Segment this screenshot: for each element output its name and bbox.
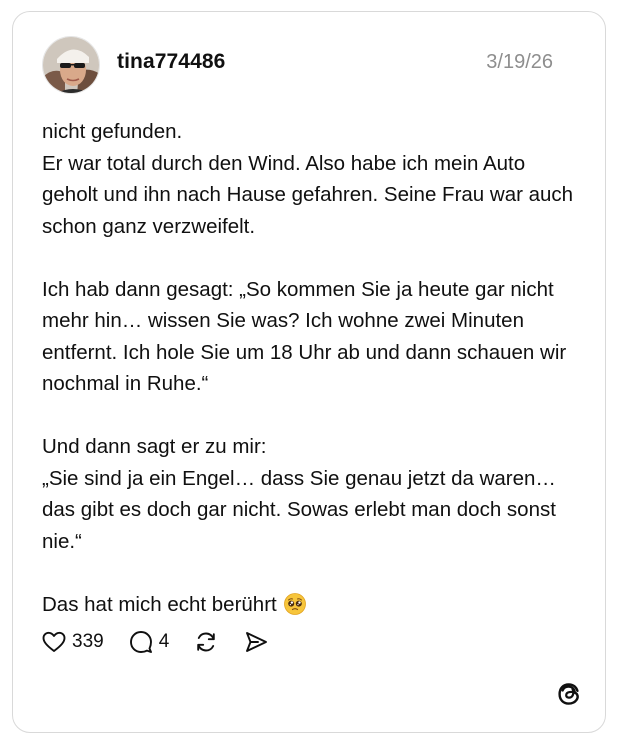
speech-bubble-icon: [129, 631, 152, 653]
post-header: tina774486 3/19/26: [13, 12, 605, 112]
heart-icon: [42, 631, 66, 652]
like-button[interactable]: 339: [41, 629, 104, 655]
avatar[interactable]: [42, 36, 100, 94]
like-count: 339: [72, 631, 104, 652]
username[interactable]: tina774486: [117, 50, 225, 74]
post-card: tina774486 3/19/26 nicht gefunden. Er wa…: [12, 11, 606, 733]
share-button[interactable]: [243, 629, 269, 655]
repost-icon: [197, 632, 216, 652]
post-closing-line: Das hat mich echt berührt: [42, 589, 582, 621]
send-icon: [246, 632, 268, 652]
post-paragraph: Und dann sagt er zu mir: „Sie sind ja ei…: [42, 435, 556, 553]
post-body: nicht gefunden. Er war total durch den W…: [42, 116, 582, 620]
post-paragraph: nicht gefunden. Er war total durch den W…: [42, 120, 574, 238]
pleading-face-emoji-icon: [284, 592, 307, 615]
repost-button[interactable]: [193, 629, 219, 655]
avatar-image: [43, 37, 99, 93]
action-bar: 339 4: [41, 627, 293, 657]
reply-button[interactable]: 4: [128, 629, 170, 655]
post-closing-text: Das hat mich echt berührt: [42, 592, 277, 616]
threads-logo-icon[interactable]: [555, 680, 583, 708]
reply-count: 4: [158, 631, 170, 652]
post-timestamp: 3/19/26: [486, 51, 553, 73]
post-paragraph: Ich hab dann gesagt: „So kommen Sie ja h…: [42, 277, 567, 396]
